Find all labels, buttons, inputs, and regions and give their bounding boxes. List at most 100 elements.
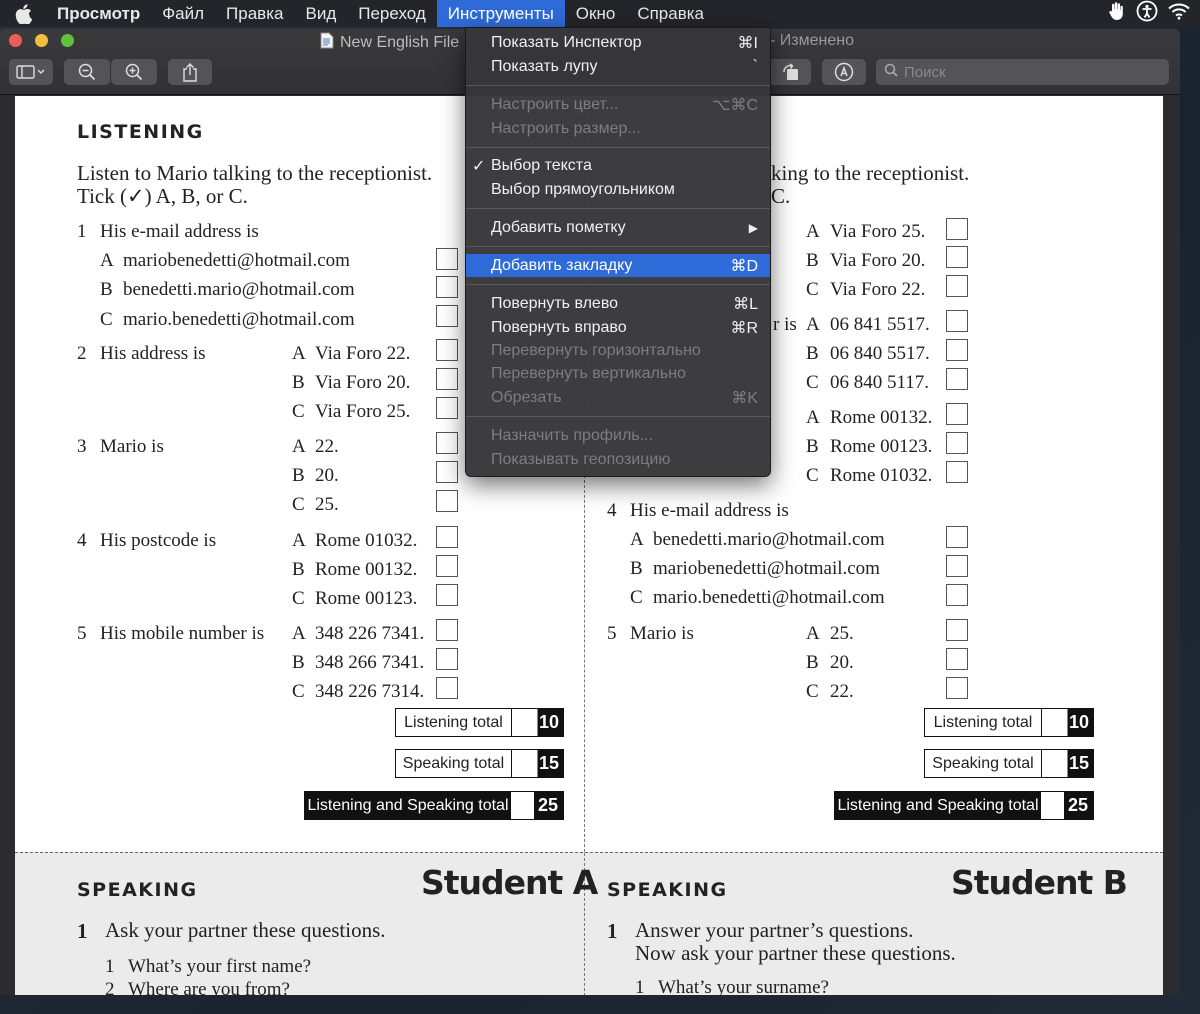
option-letter: C [630,587,643,608]
answer-checkbox[interactable] [436,339,458,361]
menu-help[interactable]: Справка [626,0,715,27]
answer-checkbox[interactable] [436,432,458,454]
answer-checkbox[interactable] [436,276,458,298]
question-number: 1 [105,956,115,977]
speaking-heading: SPEAKING [607,879,728,901]
menu-item-crop: Обрезать ⌘K [491,388,758,407]
answer-checkbox[interactable] [946,339,968,361]
answer-checkbox[interactable] [946,368,968,390]
search-icon [884,63,898,82]
submenu-arrow-icon: ▶ [748,220,758,235]
menu-item-show-inspector[interactable]: Показать Инспектор ⌘I [466,31,770,54]
answer-checkbox[interactable] [946,218,968,240]
option-letter: C [100,309,113,330]
answer-checkbox[interactable] [436,397,458,419]
option-text: Rome 01032. [830,465,933,486]
answer-checkbox[interactable] [946,403,968,425]
answer-checkbox[interactable] [946,461,968,483]
speaking-total-label: Speaking total [925,750,1042,777]
option-text: Rome 00123. [830,436,933,457]
accessibility-icon[interactable] [1136,0,1158,27]
option-letter: C [292,494,305,515]
answer-checkbox[interactable] [436,461,458,483]
answer-checkbox[interactable] [946,526,968,548]
answer-checkbox[interactable] [946,677,968,699]
menu-tools[interactable]: Инструменты [436,0,565,27]
answer-checkbox[interactable] [436,648,458,670]
answer-checkbox[interactable] [436,368,458,390]
menu-go[interactable]: Переход [347,0,437,27]
option-text: 20. [830,652,854,673]
question-number: 1 [77,221,87,242]
option-text: 06 841 5517. [830,314,930,335]
option-letter: C [292,588,305,609]
menu-separator [466,147,770,148]
answer-checkbox[interactable] [946,555,968,577]
option-text: 22. [315,436,339,457]
search-field[interactable] [876,59,1169,85]
answer-checkbox[interactable] [436,248,458,270]
close-window-button[interactable] [9,34,22,47]
listening-total-value: 10 [512,709,563,736]
combined-total-label: Listening and Speaking total [307,796,509,814]
answer-checkbox[interactable] [946,310,968,332]
answer-checkbox[interactable] [436,584,458,606]
menu-item-rotate-right[interactable]: Повернуть вправо ⌘R [466,316,770,339]
question-number: 5 [77,623,87,644]
question-number: 3 [77,436,87,457]
menu-item-annotate[interactable]: Добавить пометку ▶ [466,216,770,239]
answer-checkbox[interactable] [436,526,458,548]
option-letter: B [292,372,305,393]
answer-checkbox[interactable] [946,584,968,606]
menu-window[interactable]: Окно [565,0,627,27]
task-instruction: Ask your partner these questions. [105,918,386,942]
answer-checkbox[interactable] [436,305,458,327]
minimize-window-button[interactable] [35,34,48,47]
answer-checkbox[interactable] [946,619,968,641]
answer-checkbox[interactable] [946,246,968,268]
combined-total-value: 25 [511,792,562,819]
answer-checkbox[interactable] [946,648,968,670]
menu-separator [466,416,770,417]
task-instruction: Answer your partner’s questions. [635,918,914,942]
edited-status: - Изменено [770,32,854,49]
option-letter: A [292,343,306,364]
task-number: 1 [607,919,618,943]
answer-checkbox[interactable] [436,677,458,699]
menu-view[interactable]: Вид [294,0,347,27]
share-button[interactable] [168,59,212,85]
menu-item-rect-selection[interactable]: Выбор прямоугольником [466,178,770,201]
answer-checkbox[interactable] [436,619,458,641]
speaking-total-box: Speaking total 15 [395,749,564,778]
zoom-window-button[interactable] [61,34,74,47]
question-number: 2 [77,343,87,364]
menu-item-show-magnifier[interactable]: Показать лупу ` [466,55,770,78]
answer-checkbox[interactable] [946,432,968,454]
menu-app-preview[interactable]: Просмотр [46,0,151,27]
answer-checkbox[interactable] [436,555,458,577]
sidebar-toggle-button[interactable] [9,59,53,85]
rotate-button[interactable] [771,59,811,85]
menu-file[interactable]: Файл [151,0,215,27]
answer-checkbox[interactable] [946,275,968,297]
menu-item-add-bookmark[interactable]: Добавить закладку ⌘D [466,254,770,277]
search-input[interactable] [904,63,1144,81]
listening-heading: LISTENING [77,121,204,143]
menu-item-show-location: Показывать геопозицию [491,450,671,468]
menu-edit[interactable]: Правка [215,0,294,27]
apple-icon[interactable] [0,3,46,24]
menu-item-text-selection[interactable]: ✓ Выбор текста [466,154,770,177]
option-text: 25. [830,623,854,644]
hand-icon[interactable] [1108,1,1126,26]
option-text: Via Foro 25. [830,221,926,242]
zoom-out-button[interactable] [64,59,110,85]
option-text: Via Foro 25. [315,401,411,422]
zoom-in-button[interactable] [111,59,157,85]
question-number: 4 [77,530,87,551]
option-letter: B [806,250,819,271]
window-title: New English File [320,32,459,54]
markup-button[interactable] [822,59,866,85]
answer-checkbox[interactable] [436,490,458,512]
menu-item-rotate-left[interactable]: Повернуть влево ⌘L [466,292,770,315]
wifi-icon[interactable] [1168,2,1190,25]
